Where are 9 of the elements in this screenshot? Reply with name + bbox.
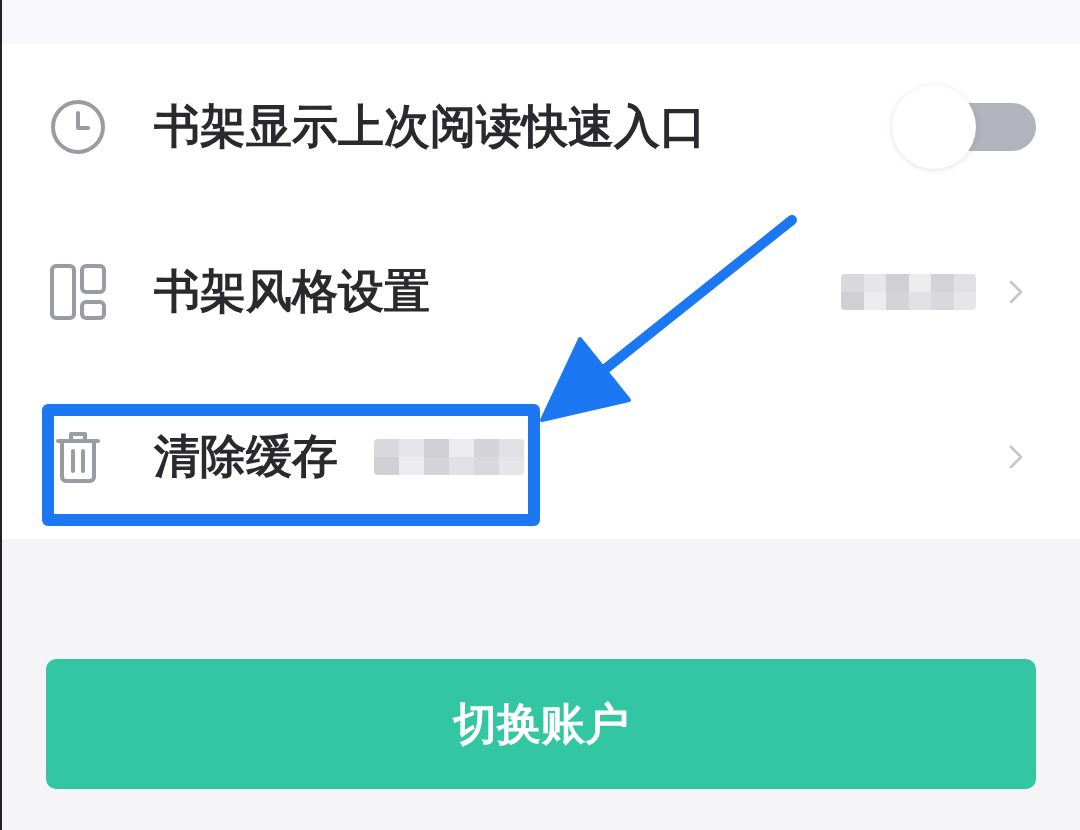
trash-icon bbox=[56, 430, 100, 483]
row-label: 清除缓存 bbox=[154, 428, 338, 485]
clock-icon bbox=[50, 98, 106, 155]
row-label: 书架显示上次阅读快速入口 bbox=[154, 98, 706, 155]
settings-row[interactable]: 书架风格设置 bbox=[2, 209, 1080, 374]
row-label: 书架风格设置 bbox=[154, 263, 430, 320]
settings-row[interactable]: 书架显示上次阅读快速入口 bbox=[2, 44, 1080, 209]
layout-grid-icon bbox=[50, 263, 106, 320]
settings-row[interactable]: 清除缓存 bbox=[2, 374, 1080, 539]
